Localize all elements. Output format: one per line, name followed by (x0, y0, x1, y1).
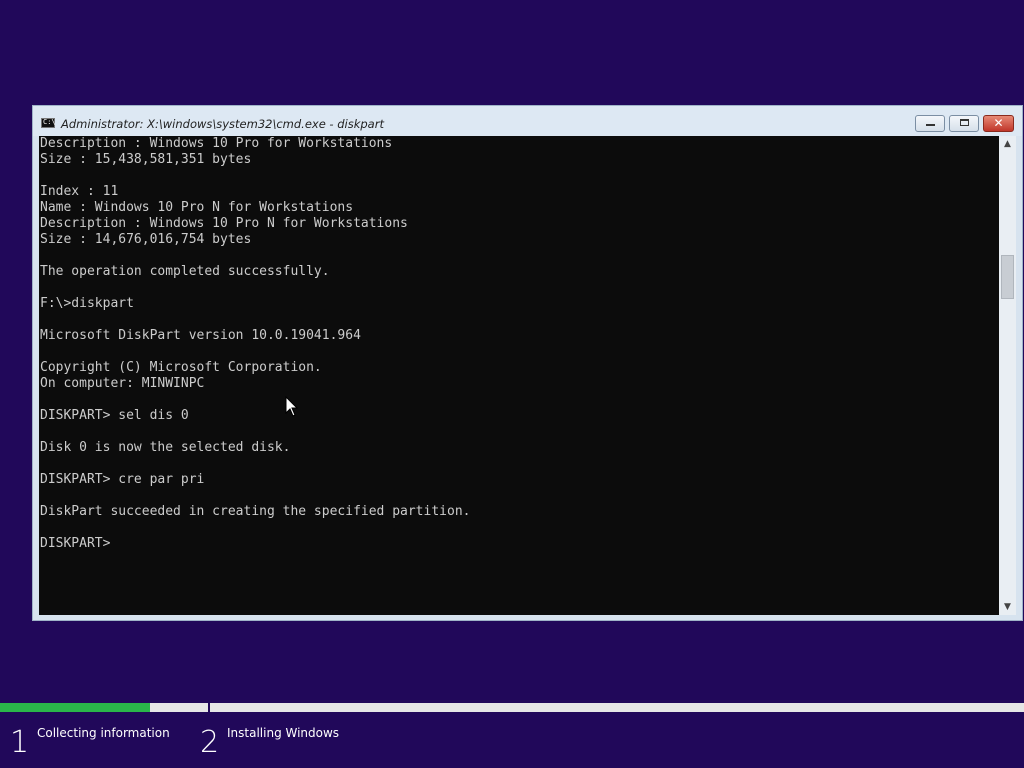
console-output[interactable]: Description : Windows 10 Pro for Worksta… (39, 136, 999, 615)
console-line: DISKPART> (40, 536, 119, 551)
window-title: Administrator: X:\windows\system32\cmd.e… (61, 117, 384, 131)
console-line: Description : Windows 10 Pro for Worksta… (40, 136, 393, 151)
vertical-scrollbar[interactable]: ▲ ▼ (999, 136, 1016, 615)
console-line: Disk 0 is now the selected disk. (40, 440, 291, 455)
step-number: 1 (10, 725, 30, 760)
maximize-icon (960, 119, 969, 126)
step-label: Collecting information (37, 726, 170, 740)
close-button[interactable]: ✕ (983, 115, 1014, 132)
console-line: Description : Windows 10 Pro N for Works… (40, 216, 408, 231)
step-label: Installing Windows (227, 726, 340, 740)
console-line: Size : 15,438,581,351 bytes (40, 152, 252, 167)
console-line: DiskPart succeeded in creating the speci… (40, 504, 471, 519)
mouse-pointer-icon (285, 396, 299, 417)
step-number: 2 (200, 725, 220, 760)
cmd-icon-label: C:\ (43, 118, 56, 126)
console-line: Index : 11 (40, 184, 119, 199)
cmd-icon: C:\ (41, 118, 56, 128)
minimize-icon (926, 124, 935, 126)
console-line: Name : Windows 10 Pro N for Workstations (40, 200, 354, 215)
console-line: Copyright (C) Microsoft Corporation. (40, 360, 322, 375)
console-line: DISKPART> sel dis 0 (40, 408, 189, 423)
scroll-thumb[interactable] (1001, 255, 1014, 299)
scroll-up-arrow-icon[interactable]: ▲ (999, 136, 1016, 152)
close-icon: ✕ (993, 116, 1004, 130)
setup-screen: C:\ Administrator: X:\windows\system32\c… (0, 0, 1024, 768)
console-line: On computer: MINWINPC (40, 376, 205, 391)
console-line: DISKPART> cre par pri (40, 472, 205, 487)
console-line: The operation completed successfully. (40, 264, 330, 279)
setup-progress-bar (0, 703, 1024, 712)
title-bar[interactable]: C:\ Administrator: X:\windows\system32\c… (33, 106, 1022, 136)
console-line: Size : 14,676,016,754 bytes (40, 232, 252, 247)
maximize-button[interactable] (949, 115, 979, 132)
minimize-button[interactable] (915, 115, 945, 132)
console-line: F:\>diskpart (40, 296, 134, 311)
progress-step-divider (208, 700, 210, 714)
scroll-down-arrow-icon[interactable]: ▼ (999, 599, 1016, 615)
console-line: Microsoft DiskPart version 10.0.19041.96… (40, 328, 361, 343)
setup-progress-fill (0, 703, 150, 712)
command-prompt-window[interactable]: C:\ Administrator: X:\windows\system32\c… (32, 105, 1023, 621)
console-lines: Description : Windows 10 Pro for Worksta… (40, 136, 470, 552)
